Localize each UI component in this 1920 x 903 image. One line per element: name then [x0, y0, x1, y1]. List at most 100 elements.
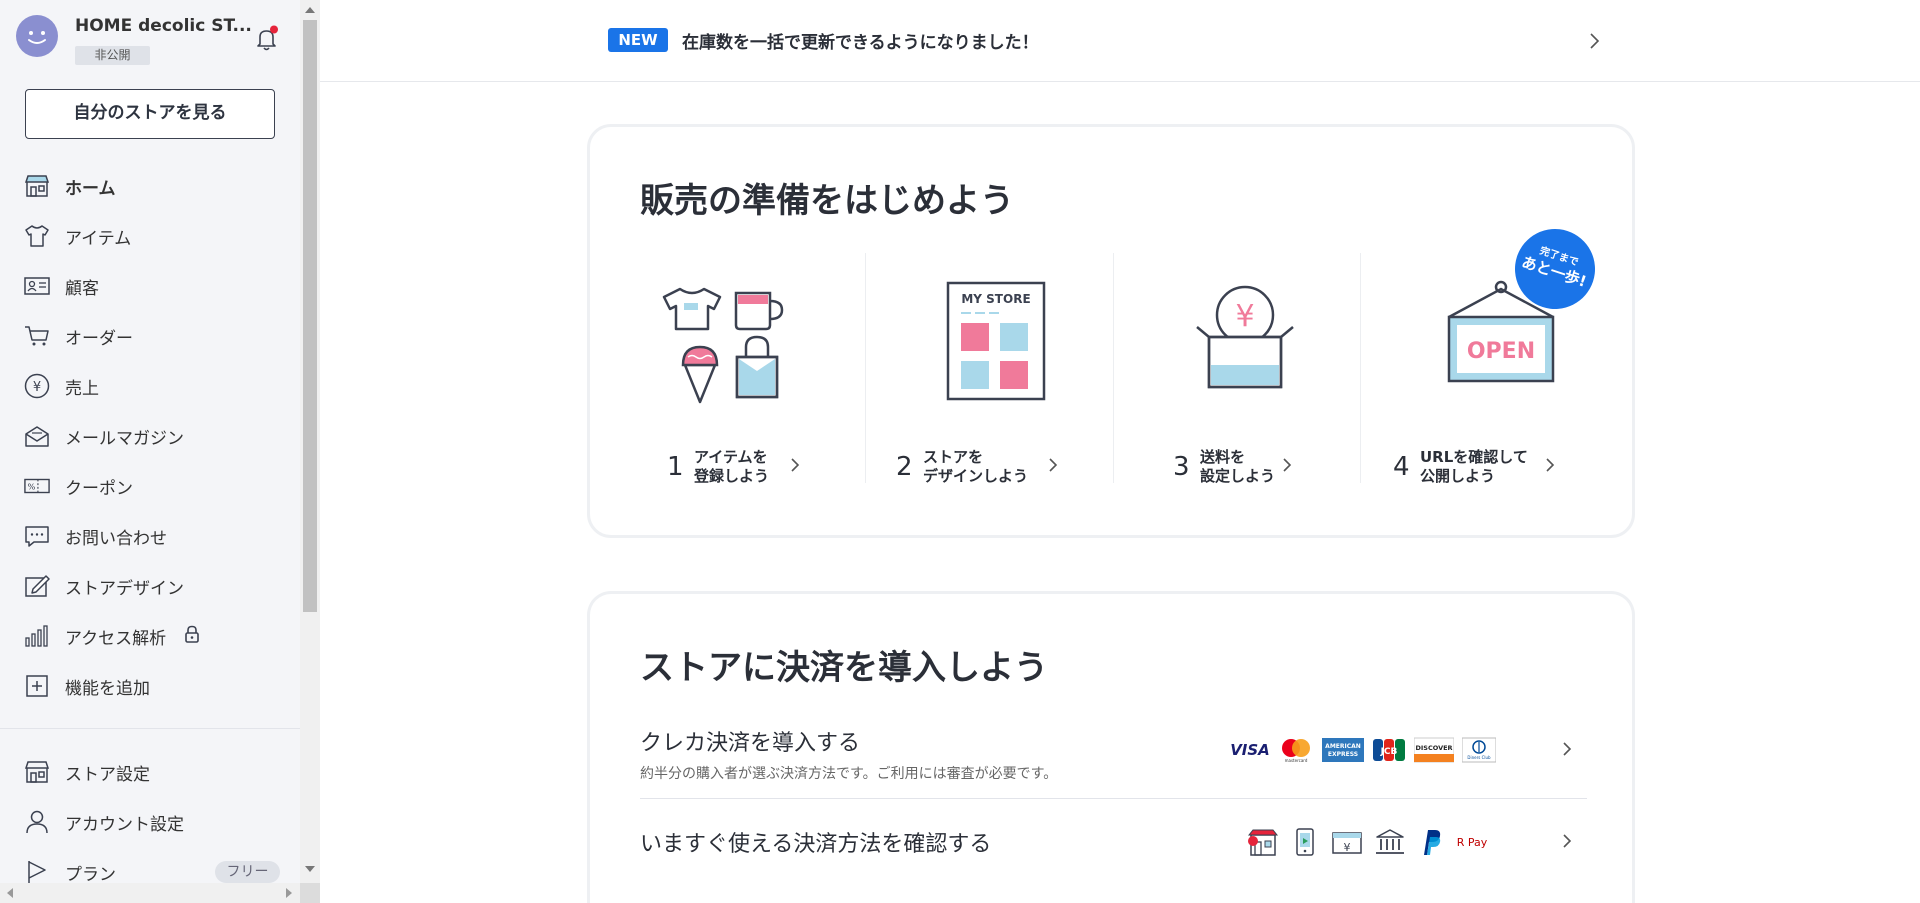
- svg-text:MY STORE: MY STORE: [961, 292, 1030, 306]
- flag-icon: [24, 859, 50, 885]
- sidebar-item-label: プラン: [65, 864, 116, 885]
- svg-text:DISCOVER: DISCOVER: [1415, 744, 1452, 752]
- svg-text:¥: ¥: [33, 380, 41, 395]
- svg-text:Diners Club: Diners Club: [1467, 755, 1491, 760]
- setup-step-shipping[interactable]: ¥ 3 送料を 設定しよう: [1125, 247, 1373, 517]
- notification-dot: [270, 25, 278, 34]
- chevron-right-icon: [790, 457, 800, 477]
- scroll-right-arrow-icon[interactable]: [286, 888, 292, 898]
- user-icon: [24, 809, 50, 835]
- chevron-right-icon: [1562, 833, 1572, 853]
- visibility-badge: 非公開: [75, 46, 150, 65]
- sidebar-item-add-feature[interactable]: 機能を追加: [0, 664, 300, 708]
- payment-card-title: ストアに決済を導入しよう: [640, 648, 1048, 688]
- plan-badge: フリー: [215, 861, 280, 883]
- paypal-logo-icon: [1424, 830, 1441, 855]
- rakuten-pay-logo-icon: R Pay: [1457, 836, 1488, 849]
- shop-icon: [24, 173, 50, 199]
- credit-card-payment-row[interactable]: クレカ決済を導入する 約半分の購入者が選ぶ決済方法です。ご利用には審査が必要です…: [640, 719, 1587, 799]
- sidebar-item-label: オーダー: [65, 328, 133, 349]
- mobile-payment-icon: [1296, 828, 1314, 856]
- sidebar-item-newsletter[interactable]: メールマガジン: [0, 414, 300, 458]
- sidebar-item-items[interactable]: アイテム: [0, 214, 300, 258]
- bar-chart-icon: [24, 623, 50, 649]
- sidebar-item-customers[interactable]: 顧客: [0, 264, 300, 308]
- scroll-up-arrow-icon[interactable]: [305, 7, 315, 13]
- discover-logo-icon: DISCOVER: [1414, 737, 1454, 763]
- bank-transfer-card-icon: ¥: [1332, 832, 1362, 854]
- sidebar-item-orders[interactable]: オーダー: [0, 314, 300, 358]
- svg-text:¥: ¥: [1235, 299, 1254, 334]
- mastercard-logo-icon: mastercard: [1282, 739, 1310, 763]
- yen-icon: ¥: [24, 373, 50, 399]
- scroll-down-arrow-icon[interactable]: [305, 866, 315, 872]
- scrollbar-thumb[interactable]: [303, 20, 317, 612]
- sidebar-item-sales[interactable]: ¥ 売上: [0, 364, 300, 408]
- available-payment-title: いますぐ使える決済方法を確認する: [640, 832, 992, 857]
- sidebar-item-store-design[interactable]: ストアデザイン: [0, 564, 300, 608]
- notification-bell-icon[interactable]: [253, 24, 281, 52]
- sidebar-item-store-settings[interactable]: ストア設定: [0, 750, 300, 794]
- svg-text:AMERICAN: AMERICAN: [1325, 743, 1361, 750]
- svg-text:OPEN: OPEN: [1467, 339, 1535, 364]
- sidebar-horizontal-scrollbar[interactable]: [0, 883, 300, 903]
- pen-icon: [24, 573, 50, 599]
- store-avatar[interactable]: [16, 15, 58, 57]
- sidebar-item-analytics[interactable]: アクセス解析: [0, 614, 300, 658]
- step-label: URLを確認して 公開しよう: [1420, 448, 1528, 485]
- news-banner[interactable]: NEW 在庫数を一括で更新できるようになりました！: [320, 0, 1920, 82]
- convenience-store-icon: [1247, 829, 1279, 856]
- sidebar-item-label: 顧客: [65, 278, 99, 299]
- store-header: HOME decolic ST... 非公開: [0, 0, 300, 80]
- diners-club-logo-icon: Diners Club: [1462, 737, 1496, 763]
- bank-icon: [1376, 829, 1404, 854]
- shop-icon: [24, 759, 50, 785]
- sidebar-item-coupon[interactable]: % クーポン: [0, 464, 300, 508]
- id-card-icon: [24, 273, 50, 299]
- coupon-icon: %: [24, 473, 50, 499]
- svg-text:VISA: VISA: [1230, 741, 1270, 759]
- step-divider: [865, 253, 866, 483]
- step-label: 送料を 設定しよう: [1200, 448, 1276, 485]
- amex-logo-icon: AMERICANEXPRESS: [1322, 738, 1364, 762]
- sidebar-item-label: 機能を追加: [65, 678, 150, 699]
- sidebar-item-home[interactable]: ホーム: [0, 164, 300, 208]
- setup-step-design[interactable]: MY STORE 2 ストアを デザインしよう: [878, 247, 1126, 517]
- setup-step-items[interactable]: 1 アイテムを 登録しよう: [630, 247, 878, 517]
- svg-text:JCB: JCB: [1380, 747, 1398, 757]
- sidebar-item-label: アカウント設定: [65, 814, 184, 835]
- sidebar-item-inquiry[interactable]: お問い合わせ: [0, 514, 300, 558]
- step-label: ストアを デザインしよう: [923, 448, 1029, 485]
- payment-method-icons: ¥ R Pay: [1245, 827, 1499, 857]
- sidebar: HOME decolic ST... 非公開 自分のストアを見る ホーム アイテ…: [0, 0, 300, 903]
- sidebar-item-label: ストア設定: [65, 764, 150, 785]
- sidebar-item-label: クーポン: [65, 478, 133, 499]
- sidebar-item-label: ホーム: [65, 178, 116, 199]
- available-payment-methods-row[interactable]: いますぐ使える決済方法を確認する ¥ R Pay: [640, 799, 1587, 884]
- scroll-left-arrow-icon[interactable]: [7, 888, 13, 898]
- store-name: HOME decolic ST...: [75, 16, 252, 36]
- cart-icon: [24, 323, 50, 349]
- items-illustration-icon: [662, 287, 784, 404]
- visa-logo-icon: VISA: [1230, 741, 1270, 759]
- step-divider: [1113, 253, 1114, 483]
- smile-icon: [28, 31, 46, 44]
- lock-icon: [184, 625, 200, 647]
- svg-text:R Pay: R Pay: [1457, 836, 1488, 849]
- step-label: アイテムを 登録しよう: [694, 448, 770, 485]
- tshirt-icon: [24, 223, 50, 249]
- chevron-right-icon: [1282, 457, 1292, 477]
- setup-card: 販売の準備をはじめよう 1 アイテムを 登録しよう MY STORE 2 ストア…: [587, 124, 1635, 538]
- view-store-button[interactable]: 自分のストアを見る: [25, 89, 275, 139]
- sidebar-item-account-settings[interactable]: アカウント設定: [0, 800, 300, 844]
- sidebar-item-label: ストアデザイン: [65, 578, 184, 599]
- storefront-illustration-icon: MY STORE: [946, 281, 1046, 401]
- sidebar-vertical-scrollbar[interactable]: [300, 0, 320, 883]
- sidebar-divider: [0, 728, 300, 729]
- sidebar-item-label: アクセス解析: [65, 628, 167, 649]
- main-content: NEW 在庫数を一括で更新できるようになりました！ 販売の準備をはじめよう 1 …: [320, 0, 1920, 903]
- svg-text:mastercard: mastercard: [1285, 758, 1308, 763]
- step-number: 4: [1393, 452, 1410, 482]
- news-text: 在庫数を一括で更新できるようになりました！: [682, 33, 1039, 53]
- jcb-logo-icon: JCB: [1373, 739, 1405, 761]
